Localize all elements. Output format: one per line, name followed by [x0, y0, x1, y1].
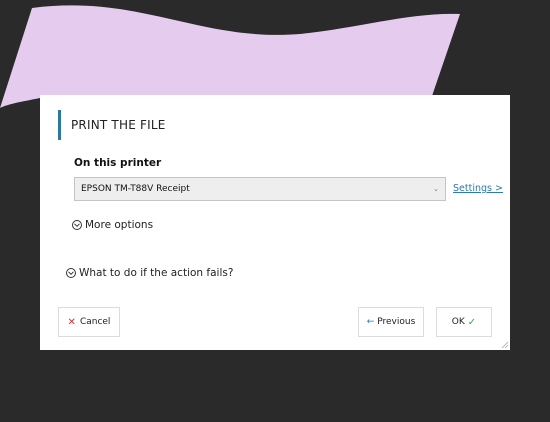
more-options-toggle[interactable]: More options — [72, 219, 153, 231]
dialog-title: PRINT THE FILE — [71, 118, 166, 132]
ok-button[interactable]: OK ✓ — [436, 307, 492, 337]
printer-select-value: EPSON TM-T88V Receipt — [81, 184, 190, 194]
print-dialog: PRINT THE FILE On this printer EPSON TM-… — [40, 95, 510, 350]
chevron-down-circle-icon — [66, 268, 76, 278]
fail-options-toggle[interactable]: What to do if the action fails? — [66, 267, 233, 279]
settings-link[interactable]: Settings > — [453, 183, 503, 194]
dialog-header: PRINT THE FILE — [58, 110, 166, 140]
check-icon: ✓ — [467, 316, 477, 328]
printer-select[interactable]: EPSON TM-T88V Receipt ⌄ — [74, 177, 446, 201]
cancel-button[interactable]: ✕ Cancel — [58, 307, 120, 337]
ok-button-label: OK — [451, 317, 465, 327]
chevron-down-circle-icon — [72, 220, 82, 230]
fail-options-label: What to do if the action fails? — [79, 267, 234, 279]
previous-button-label: Previous — [377, 317, 416, 327]
resize-grip-icon[interactable] — [501, 341, 509, 349]
cancel-button-label: Cancel — [79, 317, 111, 327]
printer-label: On this printer — [74, 157, 162, 169]
more-options-label: More options — [85, 219, 154, 231]
chevron-down-icon: ⌄ — [433, 185, 439, 193]
previous-button[interactable]: ← Previous — [358, 307, 424, 337]
close-icon: ✕ — [67, 316, 76, 328]
arrow-left-icon: ← — [366, 317, 375, 327]
